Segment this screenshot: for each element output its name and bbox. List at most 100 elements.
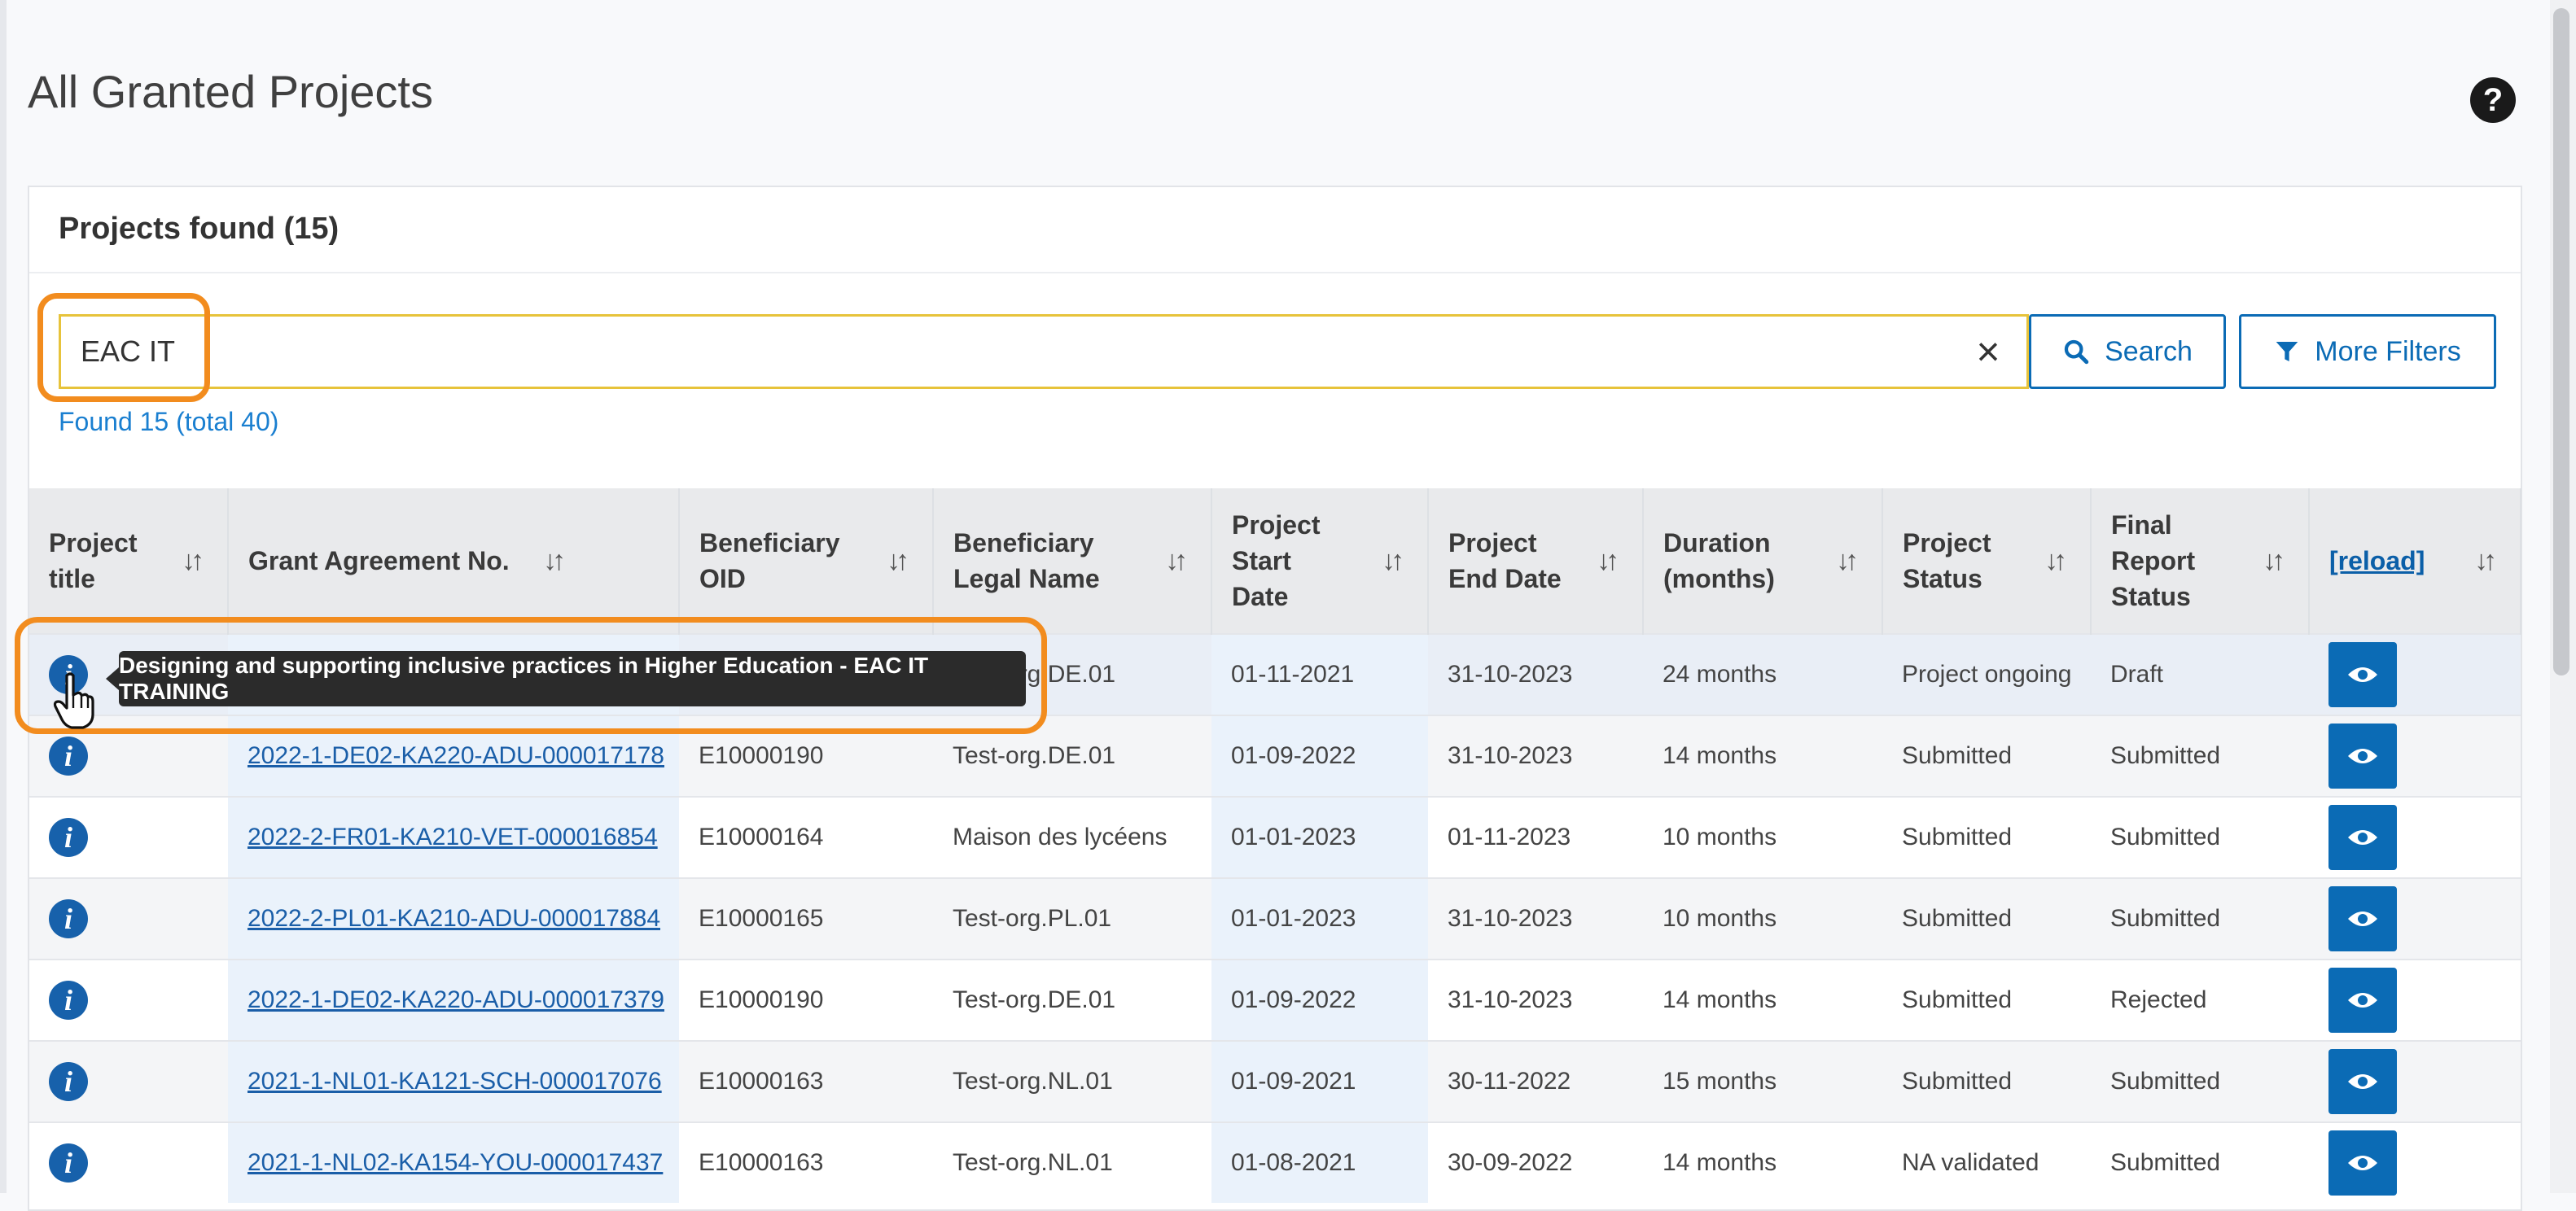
- project-title-cell: i: [29, 959, 228, 1041]
- grant-agreement-link[interactable]: 2022-2-PL01-KA210-ADU-000017884: [248, 905, 660, 932]
- view-button[interactable]: [2328, 724, 2397, 789]
- vertical-scrollbar[interactable]: [2550, 0, 2576, 1193]
- page-title: All Granted Projects: [28, 66, 433, 117]
- sort-icon[interactable]: ↓↑: [182, 543, 204, 579]
- view-button[interactable]: [2328, 968, 2397, 1033]
- oid-cell: E10000164: [679, 796, 933, 878]
- more-filters-button[interactable]: More Filters: [2239, 314, 2496, 389]
- col-header-grant-agreement[interactable]: Grant Agreement No. ↓↑: [228, 488, 680, 634]
- info-icon[interactable]: i: [49, 899, 88, 938]
- start-date-cell: 01-09-2022: [1211, 959, 1428, 1041]
- header-label: Project title: [49, 528, 138, 593]
- header-label: Grant Agreement No.: [248, 546, 510, 575]
- end-date-cell: 30-11-2022: [1428, 1040, 1643, 1122]
- report-status-cell: Submitted: [2091, 715, 2309, 797]
- oid-cell: E10000190: [679, 959, 933, 1041]
- oid-cell: E10000163: [679, 1121, 933, 1203]
- question-circle-icon[interactable]: ?: [2470, 77, 2516, 123]
- grant-agreement-link[interactable]: 2021-1-NL01-KA121-SCH-000017076: [248, 1068, 662, 1095]
- view-button[interactable]: [2328, 805, 2397, 870]
- duration-cell: 14 months: [1643, 959, 1882, 1041]
- duration-cell: 24 months: [1643, 633, 1882, 715]
- info-icon[interactable]: i: [49, 737, 88, 776]
- view-cell: [2309, 715, 2521, 797]
- eye-icon: [2348, 912, 2377, 926]
- sort-icon[interactable]: ↓↑: [2263, 543, 2285, 579]
- hand-cursor-icon: [53, 672, 94, 729]
- header-label: Duration (months): [1663, 528, 1775, 593]
- view-cell: [2309, 796, 2521, 878]
- end-date-cell: 31-10-2023: [1428, 877, 1643, 960]
- status-cell: Submitted: [1882, 715, 2091, 797]
- start-date-cell: 01-09-2022: [1211, 715, 1428, 797]
- start-date-cell: 01-08-2021: [1211, 1121, 1428, 1203]
- col-header-end-date[interactable]: Project End Date ↓↑: [1428, 488, 1644, 634]
- report-status-cell: Submitted: [2091, 1121, 2309, 1203]
- panel-title: Projects found (15): [59, 212, 340, 246]
- col-header-final-report-status[interactable]: Final Report Status ↓↑: [2091, 488, 2310, 634]
- legal-name-cell: Test-org.PL.01: [933, 877, 1211, 960]
- report-status-cell: Submitted: [2091, 877, 2309, 960]
- sort-icon[interactable]: ↓↑: [887, 543, 909, 579]
- search-button-label: Search: [2105, 335, 2193, 367]
- start-date-cell: 01-09-2021: [1211, 1040, 1428, 1122]
- view-button[interactable]: [2328, 642, 2397, 707]
- info-icon[interactable]: i: [49, 981, 88, 1020]
- search-button[interactable]: Search: [2029, 314, 2226, 389]
- info-icon[interactable]: i: [49, 818, 88, 857]
- grant-agreement-cell: 2021-1-NL02-KA154-YOU-000017437: [228, 1121, 679, 1203]
- clear-icon[interactable]: ×: [1967, 330, 2009, 373]
- view-button[interactable]: [2328, 1130, 2397, 1196]
- scrollbar-thumb[interactable]: [2553, 8, 2569, 675]
- duration-cell: 14 months: [1643, 715, 1882, 797]
- grant-agreement-link[interactable]: 2022-1-DE02-KA220-ADU-000017178: [248, 742, 664, 769]
- sort-icon[interactable]: ↓↑: [1382, 543, 1404, 579]
- reload-link[interactable]: [reload]: [2329, 543, 2425, 579]
- eye-icon: [2348, 1156, 2377, 1170]
- search-icon: [2064, 339, 2089, 365]
- duration-cell: 10 months: [1643, 796, 1882, 878]
- legal-name-cell: Test-org.NL.01: [933, 1121, 1211, 1203]
- info-icon[interactable]: i: [49, 1143, 88, 1183]
- header-label: Project End Date: [1448, 528, 1562, 593]
- grant-agreement-link[interactable]: 2022-1-DE02-KA220-ADU-000017379: [248, 986, 664, 1013]
- sort-icon[interactable]: ↓↑: [543, 543, 566, 579]
- grant-agreement-cell: 2022-2-PL01-KA210-ADU-000017884: [228, 877, 679, 960]
- col-header-project-status[interactable]: Project Status ↓↑: [1882, 488, 2092, 634]
- status-cell: Project ongoing: [1882, 633, 2091, 715]
- eye-icon: [2348, 749, 2377, 763]
- duration-cell: 14 months: [1643, 1121, 1882, 1203]
- left-edge: [0, 0, 7, 1193]
- report-status-cell: Submitted: [2091, 796, 2309, 878]
- col-header-reload[interactable]: [reload] ↓↑: [2309, 488, 2521, 634]
- eye-icon: [2348, 830, 2377, 845]
- col-header-beneficiary-oid[interactable]: Beneficiary OID ↓↑: [679, 488, 934, 634]
- header-label: Beneficiary OID: [699, 528, 840, 593]
- col-header-duration[interactable]: Duration (months) ↓↑: [1643, 488, 1883, 634]
- col-header-start-date[interactable]: Project Start Date ↓↑: [1211, 488, 1429, 634]
- sort-icon[interactable]: ↓↑: [1165, 543, 1188, 579]
- end-date-cell: 31-10-2023: [1428, 715, 1643, 797]
- grant-agreement-link[interactable]: 2022-2-FR01-KA210-VET-000016854: [248, 824, 658, 850]
- status-cell: Submitted: [1882, 796, 2091, 878]
- col-header-project-title[interactable]: Project title ↓↑: [29, 488, 229, 634]
- search-highlight-annotation: [37, 293, 210, 402]
- end-date-cell: 30-09-2022: [1428, 1121, 1643, 1203]
- end-date-cell: 01-11-2023: [1428, 796, 1643, 878]
- col-header-legal-name[interactable]: Beneficiary Legal Name ↓↑: [933, 488, 1212, 634]
- grant-agreement-cell: 2022-1-DE02-KA220-ADU-000017379: [228, 959, 679, 1041]
- sort-icon[interactable]: ↓↑: [1836, 543, 1859, 579]
- more-filters-label: More Filters: [2315, 335, 2461, 367]
- info-icon[interactable]: i: [49, 1062, 88, 1101]
- search-input[interactable]: [59, 314, 2029, 389]
- grant-agreement-link[interactable]: 2021-1-NL02-KA154-YOU-000017437: [248, 1149, 663, 1176]
- sort-icon[interactable]: ↓↑: [1597, 543, 1619, 579]
- legal-name-cell: Test-org.NL.01: [933, 1040, 1211, 1122]
- sort-icon[interactable]: ↓↑: [2474, 543, 2497, 579]
- oid-cell: E10000165: [679, 877, 933, 960]
- view-button[interactable]: [2328, 886, 2397, 951]
- report-status-cell: Draft: [2091, 633, 2309, 715]
- sort-icon[interactable]: ↓↑: [2044, 543, 2067, 579]
- project-title-cell: i: [29, 877, 228, 960]
- view-button[interactable]: [2328, 1049, 2397, 1114]
